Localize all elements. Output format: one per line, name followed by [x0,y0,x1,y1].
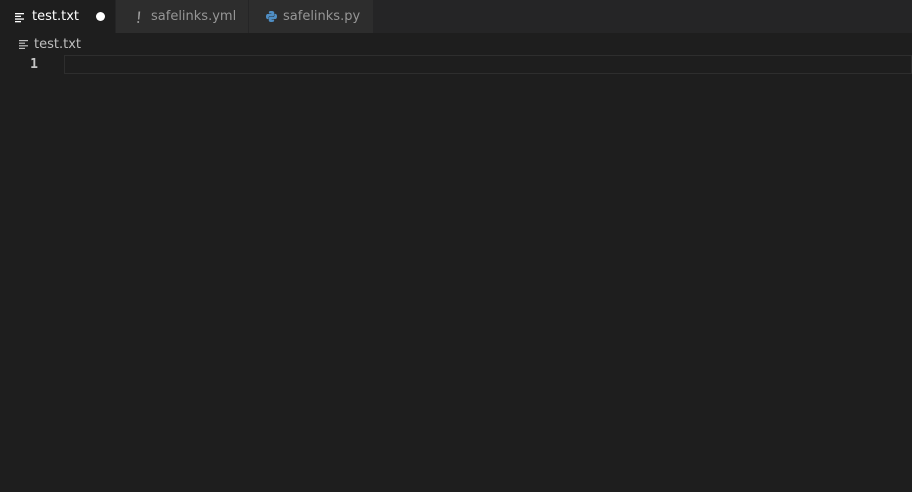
current-line-highlight[interactable] [64,55,912,74]
tab-safelinks-yml[interactable]: safelinks.yml [116,0,249,33]
breadcrumb-file-label[interactable]: test.txt [34,37,81,52]
line-number: 1 [30,57,38,72]
tab-label: test.txt [32,9,79,24]
tab-test-txt[interactable]: test.txt [0,0,116,33]
text-file-icon [18,38,30,50]
tab-label: safelinks.yml [151,9,237,24]
editor-area[interactable]: 1 [0,55,912,492]
line-number-gutter: 1 [0,55,64,492]
python-icon [264,10,278,24]
tab-bar: test.txt safelinks.yml safelinks.py [0,0,912,33]
tab-label: safelinks.py [283,9,361,24]
text-file-icon [13,10,27,24]
breadcrumb: test.txt [0,33,912,55]
tab-safelinks-py[interactable]: safelinks.py [249,0,374,33]
yaml-exclamation-icon [132,10,146,24]
unsaved-changes-dot-icon[interactable] [96,12,105,21]
